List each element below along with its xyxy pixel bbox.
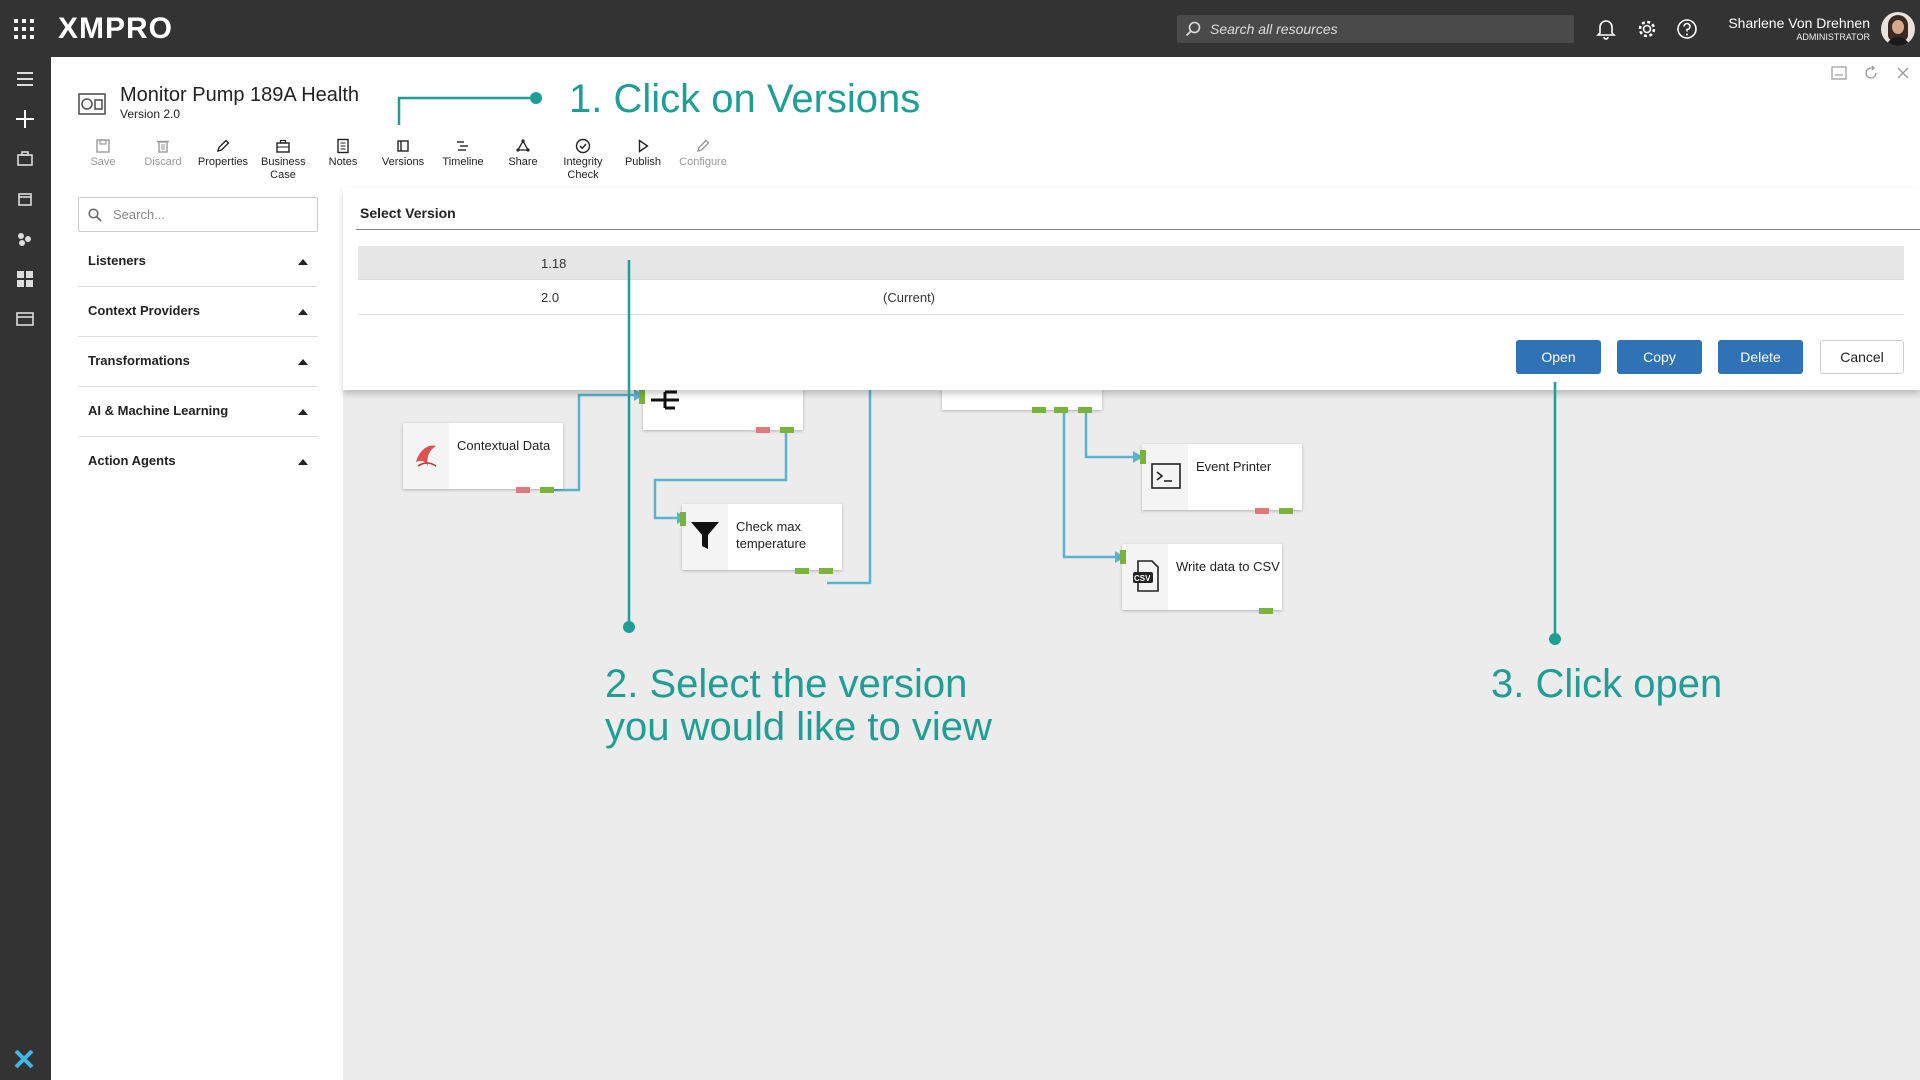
annotation-step-2-line-2: you would like to view [605, 705, 992, 749]
annotation-lines [397, 92, 1561, 645]
annotation-step-1: 1. Click on Versions [569, 77, 921, 121]
annotation-step-3: 3. Click open [1491, 662, 1723, 706]
annotation-step-2-line-1: 2. Select the version [605, 662, 968, 706]
